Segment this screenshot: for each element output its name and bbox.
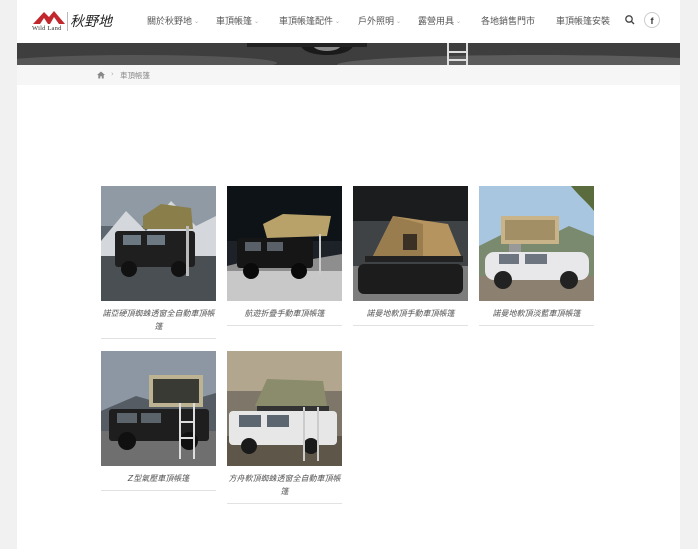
product-card[interactable]: 諾亞硬頂蜘蛛透窗全自動車頂帳篷 — [101, 186, 216, 339]
nav-item-camping-gear[interactable]: 露營用具 ⌄ — [418, 14, 461, 27]
logo-divider — [67, 12, 68, 31]
nav-item-stores[interactable]: 各地銷售門市 — [481, 14, 535, 27]
divider — [227, 503, 342, 504]
nav-item-installation[interactable]: 車頂帳篷安裝 — [556, 14, 610, 27]
nav-item-outdoor-lighting[interactable]: 戶外照明 ⌄ — [358, 14, 401, 27]
breadcrumb-separator: › — [111, 70, 114, 78]
breadcrumb: › 車頂帳篷 — [17, 65, 680, 85]
chevron-down-icon: ⌄ — [194, 18, 200, 25]
divider — [227, 325, 342, 326]
chevron-down-icon: ⌄ — [396, 18, 402, 25]
product-card[interactable]: 諾曼地軟頂淡藍車頂帳篷 — [479, 186, 594, 326]
product-card[interactable]: 方舟軟頂蜘蛛透窗全自動車頂帳篷 — [227, 351, 342, 504]
divider — [101, 338, 216, 339]
brand-name-en: Wild Land — [32, 25, 62, 32]
product-image[interactable] — [227, 351, 342, 466]
nav-item-label: 車頂帳篷配件 — [279, 17, 334, 27]
mountain-logo-icon — [33, 11, 65, 24]
product-card[interactable]: 諾曼地軟頂手動車頂帳篷 — [353, 186, 468, 326]
product-caption[interactable]: Z型氣壓車頂帳篷 — [101, 472, 216, 485]
product-caption[interactable]: 諾曼地軟頂淡藍車頂帳篷 — [479, 307, 594, 320]
page: Wild Land 秋野地 關於秋野地 ⌄ 車頂帳篷 ⌄ 車頂帳篷配件 ⌄ 戶外照明 ⌄… — [17, 0, 680, 549]
banner-image — [17, 43, 680, 65]
brand-name-zh: 秋野地 — [70, 14, 112, 30]
nav-item-label: 露營用具 — [418, 17, 455, 27]
breadcrumb-current: 車頂帳篷 — [120, 71, 150, 80]
hero-banner — [17, 43, 680, 65]
nav-item-label: 戶外照明 — [358, 17, 395, 27]
product-caption[interactable]: 諾亞硬頂蜘蛛透窗全自動車頂帳篷 — [101, 307, 216, 333]
nav-item-roof-tents[interactable]: 車頂帳篷 ⌄ — [216, 14, 259, 27]
product-card[interactable]: Z型氣壓車頂帳篷 — [101, 351, 216, 491]
product-image[interactable] — [101, 186, 216, 301]
product-image[interactable] — [353, 186, 468, 301]
product-caption[interactable]: 航遊折疊手動車頂帳篷 — [227, 307, 342, 320]
site-header: Wild Land 秋野地 關於秋野地 ⌄ 車頂帳篷 ⌄ 車頂帳篷配件 ⌄ 戶外照明 ⌄… — [17, 0, 680, 43]
nav-item-about[interactable]: 關於秋野地 ⌄ — [147, 14, 199, 27]
product-caption[interactable]: 諾曼地軟頂手動車頂帳篷 — [353, 307, 468, 320]
product-image[interactable] — [101, 351, 216, 466]
facebook-icon[interactable]: f — [644, 12, 660, 28]
home-icon[interactable] — [97, 71, 105, 79]
nav-item-label: 車頂帳篷安裝 — [556, 17, 611, 27]
search-icon[interactable] — [623, 13, 637, 27]
nav-item-label: 車頂帳篷 — [216, 17, 253, 27]
chevron-down-icon: ⌄ — [335, 18, 341, 25]
nav-item-tent-accessories[interactable]: 車頂帳篷配件 ⌄ — [279, 14, 340, 27]
divider — [479, 325, 594, 326]
divider — [353, 325, 468, 326]
product-caption[interactable]: 方舟軟頂蜘蛛透窗全自動車頂帳篷 — [227, 472, 342, 498]
divider — [101, 490, 216, 491]
product-card[interactable]: 航遊折疊手動車頂帳篷 — [227, 186, 342, 326]
product-image[interactable] — [227, 186, 342, 301]
nav-item-label: 各地銷售門市 — [481, 17, 536, 27]
nav-item-label: 關於秋野地 — [147, 17, 193, 27]
product-image[interactable] — [479, 186, 594, 301]
brand-logo[interactable]: Wild Land 秋野地 — [32, 9, 114, 34]
chevron-down-icon: ⌄ — [456, 18, 462, 25]
chevron-down-icon: ⌄ — [254, 18, 260, 25]
